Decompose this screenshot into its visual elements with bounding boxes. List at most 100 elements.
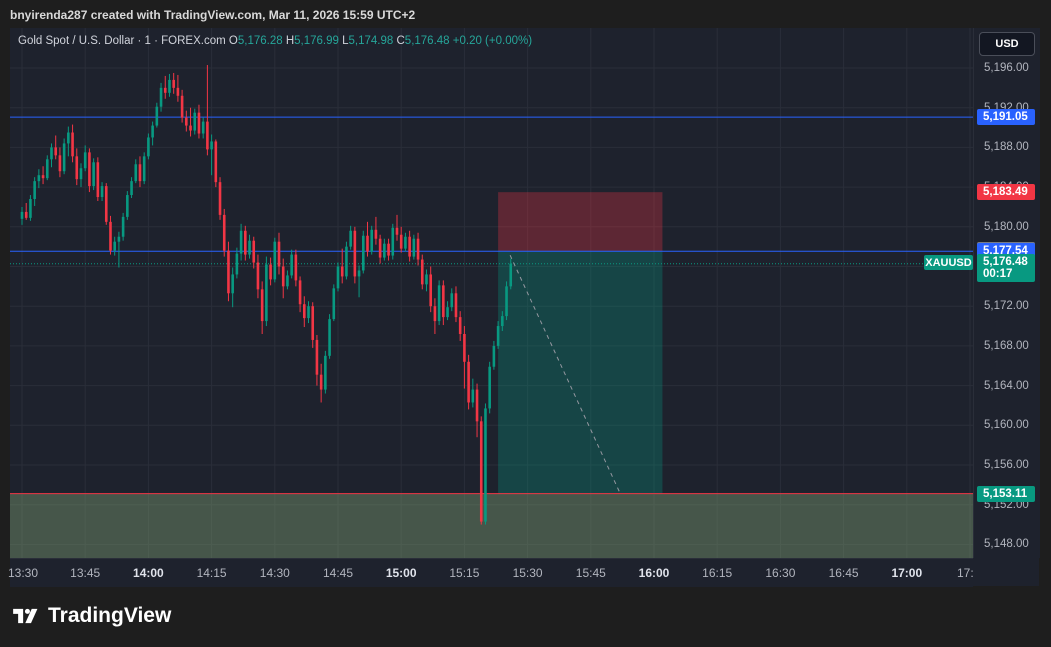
candle-body <box>71 132 74 157</box>
candle-body <box>332 288 336 320</box>
candle-body <box>328 319 331 356</box>
candle-body <box>366 235 369 252</box>
candle-body <box>298 280 302 305</box>
candle-body <box>458 317 462 334</box>
time-tick: 16:30 <box>765 566 796 580</box>
candle-body <box>383 243 386 258</box>
time-tick: 14:30 <box>259 566 290 580</box>
candle-body <box>92 162 95 187</box>
time-tick: 13:45 <box>70 566 101 580</box>
open-label: O <box>228 35 238 47</box>
candle-body <box>239 230 243 254</box>
countdown-value: 00:17 <box>983 267 1013 280</box>
symbol-description[interactable]: Gold Spot / U.S. Dollar · 1 · FOREX.com <box>18 35 226 47</box>
close-value: 5,176.48 <box>404 35 450 47</box>
candle-body <box>399 234 403 249</box>
candle-body <box>130 181 133 196</box>
price-label-value: 5,176.48 <box>983 255 1028 268</box>
candle-body <box>374 229 378 239</box>
candle-body <box>353 230 357 277</box>
candle-body <box>324 355 327 390</box>
price-tick: 5,196.00 <box>984 62 1029 74</box>
candle-body <box>151 125 154 138</box>
time-tick: 16:45 <box>828 566 859 580</box>
chart-area[interactable] <box>10 28 973 558</box>
candle-body <box>408 236 411 257</box>
price-label: 5,191.05 <box>977 109 1035 126</box>
candle-body <box>147 137 150 157</box>
price-tick: 5,180.00 <box>984 220 1029 233</box>
candle-body <box>404 236 407 249</box>
candlestick-chart[interactable] <box>10 28 973 558</box>
candle-body <box>302 304 306 319</box>
price-tick: 5,156.00 <box>984 459 1029 471</box>
candle-body <box>467 361 470 403</box>
candle-body <box>454 293 458 318</box>
brand-name: TradingView <box>48 604 172 627</box>
candle-body <box>357 270 361 277</box>
symbol-tag: XAUUSD <box>924 255 973 270</box>
candle-body <box>88 152 91 187</box>
candle-body <box>126 195 129 217</box>
candle-body <box>273 241 277 280</box>
candle-body <box>172 79 175 88</box>
candle-body <box>33 181 36 200</box>
price-tick: 5,164.00 <box>984 379 1029 392</box>
high-label: H <box>285 35 295 47</box>
candle-body <box>155 106 159 126</box>
time-tick: 15:45 <box>575 566 606 580</box>
time-tick: 14:00 <box>133 566 164 580</box>
candle-body <box>201 121 205 134</box>
candle-body <box>269 264 272 280</box>
time-tick: 16:15 <box>702 566 733 580</box>
candle-body <box>425 274 428 285</box>
candle-body <box>433 306 437 322</box>
candle-body <box>96 162 100 198</box>
candle-body <box>387 243 390 256</box>
low-value: 5,174.98 <box>348 35 394 47</box>
time-tick: 17:00 <box>891 566 923 580</box>
candle-body <box>67 132 70 144</box>
time-tick: 14:15 <box>196 566 227 580</box>
candle-body <box>307 306 310 319</box>
candle-body <box>446 307 449 318</box>
candle-body <box>41 175 45 179</box>
candle-body <box>104 186 108 222</box>
candle-body <box>168 79 171 93</box>
candle-body <box>501 316 504 327</box>
high-value: 5,176.99 <box>294 35 339 47</box>
candle-body <box>294 254 298 281</box>
axis-corner <box>973 558 1039 586</box>
price-label: 5,176.48 00:17 <box>977 253 1035 282</box>
candle-body <box>138 164 142 182</box>
candle-body <box>265 264 268 322</box>
candle-body <box>492 345 496 367</box>
candle-body <box>391 227 395 256</box>
candle-body <box>134 164 138 182</box>
candle-body <box>75 156 79 180</box>
target-zone <box>10 493 973 558</box>
candle-body <box>231 274 234 294</box>
candle-body <box>109 221 112 251</box>
candle-body <box>206 121 209 150</box>
candle-body <box>420 259 424 285</box>
candle-body <box>163 87 167 93</box>
candle-body <box>185 117 188 126</box>
candle-body <box>345 246 348 277</box>
candle-body <box>416 238 420 260</box>
candle-body <box>24 211 28 218</box>
candle-body <box>311 306 315 340</box>
time-tick: 13:30 <box>8 566 39 580</box>
candle-body <box>210 141 213 150</box>
currency-button[interactable]: USD <box>979 32 1035 56</box>
candle-body <box>117 236 121 242</box>
candle-body <box>429 274 432 307</box>
candle-body <box>349 230 352 247</box>
candle-body <box>193 112 197 131</box>
time-tick: 15:15 <box>449 566 480 580</box>
candle-body <box>370 229 374 252</box>
tradingview-logo[interactable]: TradingView <box>12 604 171 628</box>
candle-body <box>463 333 466 362</box>
candle-body <box>235 253 239 275</box>
candle-body <box>222 214 226 251</box>
